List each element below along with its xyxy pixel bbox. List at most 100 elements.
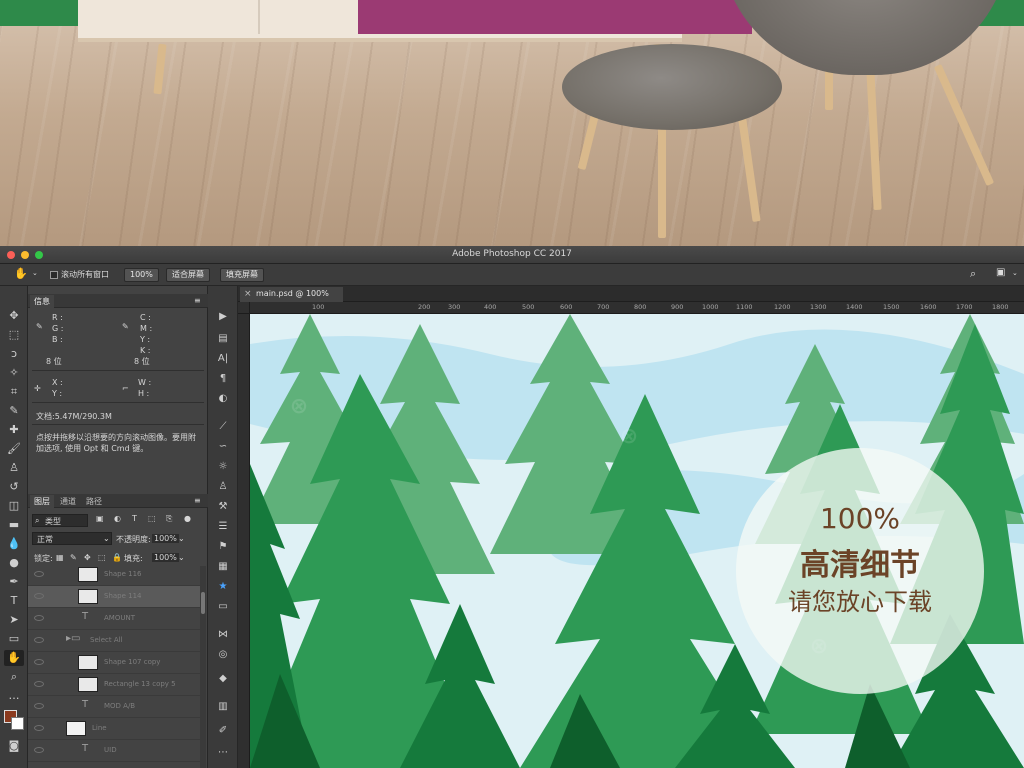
layer-row-selected[interactable]: Shape 114 xyxy=(28,586,200,608)
pen-tool-icon[interactable]: ✒ xyxy=(4,574,24,590)
scrollbar-thumb[interactable] xyxy=(201,592,205,614)
eye-icon[interactable] xyxy=(34,747,44,753)
healing-tool-icon[interactable]: ✚ xyxy=(4,422,24,438)
navigator-icon[interactable]: ▭ xyxy=(215,600,231,614)
paragraph-icon[interactable]: ¶ xyxy=(215,372,231,386)
3d-icon[interactable]: ◎ xyxy=(215,648,231,662)
layer-row[interactable]: Rectangle 13 copy 5 xyxy=(28,674,200,696)
layer-group-row[interactable]: ▸▭ Select All xyxy=(28,630,200,652)
grid-icon[interactable]: ⋯ xyxy=(215,746,231,760)
curves-icon[interactable]: ⟋ xyxy=(215,420,231,434)
filter-type-icon[interactable]: T xyxy=(132,514,137,523)
opacity-input[interactable]: 100% xyxy=(152,534,179,543)
chevron-down-icon[interactable]: ⌄ xyxy=(178,553,185,562)
lock-artboard-icon[interactable]: ⬚ xyxy=(98,553,106,562)
styles-icon[interactable]: ★ xyxy=(215,580,231,594)
play-icon[interactable]: ▶ xyxy=(215,310,231,324)
gradient-tool-icon[interactable]: ▬ xyxy=(4,517,24,533)
type-tool-icon[interactable]: T xyxy=(4,593,24,609)
chevron-down-icon[interactable]: ⌄ xyxy=(178,534,185,543)
tab-info[interactable]: 信息 xyxy=(30,295,54,308)
eye-icon[interactable] xyxy=(34,659,44,665)
stamp-tool-icon[interactable]: ♙ xyxy=(4,460,24,476)
eye-icon[interactable] xyxy=(34,637,44,643)
path-selection-icon[interactable]: ➤ xyxy=(4,612,24,628)
lock-position-icon[interactable]: ✥ xyxy=(84,553,91,562)
fit-screen-button[interactable]: 适合屏幕 xyxy=(166,268,210,282)
dodge-tool-icon[interactable]: ● xyxy=(4,555,24,571)
eye-icon[interactable] xyxy=(34,681,44,687)
lock-all-icon[interactable]: 🔒 xyxy=(112,553,122,562)
hand-tool-icon[interactable]: ✋ xyxy=(14,267,28,280)
layer-row[interactable]: T MOD A/B xyxy=(28,696,200,718)
eye-icon[interactable] xyxy=(34,615,44,621)
fill-screen-button[interactable]: 填充屏幕 xyxy=(220,268,264,282)
sun-icon[interactable]: ☼ xyxy=(215,460,231,474)
character-icon[interactable]: A| xyxy=(215,352,231,366)
layer-row[interactable]: T UID xyxy=(28,740,200,762)
filter-adjustment-icon[interactable]: ◐ xyxy=(114,514,121,523)
document-canvas[interactable]: ⊕ ⊕ ⊕ 100% 高清细节 请您放心下载 xyxy=(250,314,1024,768)
brush-tool-icon[interactable]: 🖌 xyxy=(4,441,24,457)
eyedropper-tool-icon[interactable]: ✎ xyxy=(4,403,24,419)
eraser-tool-icon[interactable]: ◫ xyxy=(4,498,24,514)
more-tools-icon[interactable]: … xyxy=(4,688,24,704)
scroll-all-windows-checkbox[interactable] xyxy=(50,271,58,279)
layer-row[interactable]: Shape 116 xyxy=(28,566,200,586)
swatches-icon[interactable]: ▦ xyxy=(215,560,231,574)
crop-tool-icon[interactable]: ⌗ xyxy=(4,384,24,400)
timeline-icon[interactable]: ▥ xyxy=(215,700,231,714)
document-tab[interactable]: × main.psd @ 100% xyxy=(240,287,343,302)
history-brush-icon[interactable]: ↺ xyxy=(4,479,24,495)
lasso-tool-icon[interactable]: ↄ xyxy=(4,346,24,362)
filter-shape-icon[interactable]: ⬚ xyxy=(148,514,156,523)
eye-icon[interactable] xyxy=(34,725,44,731)
layer-filter-select[interactable]: ⌕ 类型 xyxy=(32,514,88,527)
tab-paths[interactable]: 路径 xyxy=(82,495,106,508)
eye-icon[interactable] xyxy=(34,703,44,709)
fill-input[interactable]: 100% xyxy=(152,553,179,562)
magic-wand-tool-icon[interactable]: ✧ xyxy=(4,365,24,381)
tab-layers[interactable]: 图层 xyxy=(30,495,54,508)
filter-pixel-icon[interactable]: ▣ xyxy=(96,514,104,523)
move-tool-icon[interactable]: ✥ xyxy=(4,308,24,324)
layer-row[interactable]: Shape 107 copy xyxy=(28,652,200,674)
adjustments-icon[interactable]: ◐ xyxy=(215,392,231,406)
lock-transparency-icon[interactable]: ▦ xyxy=(56,553,64,562)
actions-icon[interactable]: ⚑ xyxy=(215,540,231,554)
eye-icon[interactable] xyxy=(34,571,44,577)
properties-icon[interactable]: ☰ xyxy=(215,520,231,534)
tab-channels[interactable]: 通道 xyxy=(56,495,80,508)
background-color-swatch[interactable] xyxy=(11,717,24,730)
histogram-icon[interactable]: ▤ xyxy=(215,332,231,346)
chevron-down-icon[interactable]: ⌄ xyxy=(32,269,38,277)
rectangle-tool-icon[interactable]: ▭ xyxy=(4,631,24,647)
filter-toggle-icon[interactable]: ● xyxy=(184,514,191,523)
lock-pixels-icon[interactable]: ✎ xyxy=(70,553,77,562)
eye-icon[interactable] xyxy=(34,593,44,599)
layer-row[interactable]: T AMOUNT xyxy=(28,608,200,630)
transform-icon[interactable]: ⋈ xyxy=(215,628,231,642)
hand-tool-icon[interactable]: ✋ xyxy=(4,650,24,666)
comments-icon[interactable]: ✐ xyxy=(215,724,231,738)
filter-smart-object-icon[interactable]: ⎘ xyxy=(166,514,172,524)
brush-settings-icon[interactable]: ∽ xyxy=(215,440,231,454)
panel-menu-icon[interactable]: ≡ xyxy=(194,496,201,505)
eyedropper-icon: ✎ xyxy=(122,322,129,331)
tool-presets-icon[interactable]: ⚒ xyxy=(215,500,231,514)
close-icon[interactable]: × xyxy=(244,287,252,301)
panel-menu-icon[interactable]: ≡ xyxy=(194,296,201,305)
marquee-tool-icon[interactable]: ⬚ xyxy=(4,327,24,343)
layer-row[interactable]: Line xyxy=(28,718,200,740)
clone-source-icon[interactable]: ♙ xyxy=(215,480,231,494)
layers-scrollbar[interactable] xyxy=(200,566,206,768)
blend-mode-select[interactable]: 正常 ⌄ xyxy=(32,532,112,545)
zoom-tool-icon[interactable]: ⌕ xyxy=(4,669,24,685)
layers-icon[interactable]: ◆ xyxy=(215,672,231,686)
quick-mask-icon[interactable]: ◙ xyxy=(4,738,24,754)
chevron-down-icon[interactable]: ⌄ xyxy=(1012,269,1018,277)
blur-tool-icon[interactable]: 💧 xyxy=(4,536,24,552)
zoom-100-button[interactable]: 100% xyxy=(124,268,159,282)
search-icon[interactable]: ⌕ xyxy=(970,267,976,281)
workspace-icon[interactable]: ▣ xyxy=(996,267,1005,278)
